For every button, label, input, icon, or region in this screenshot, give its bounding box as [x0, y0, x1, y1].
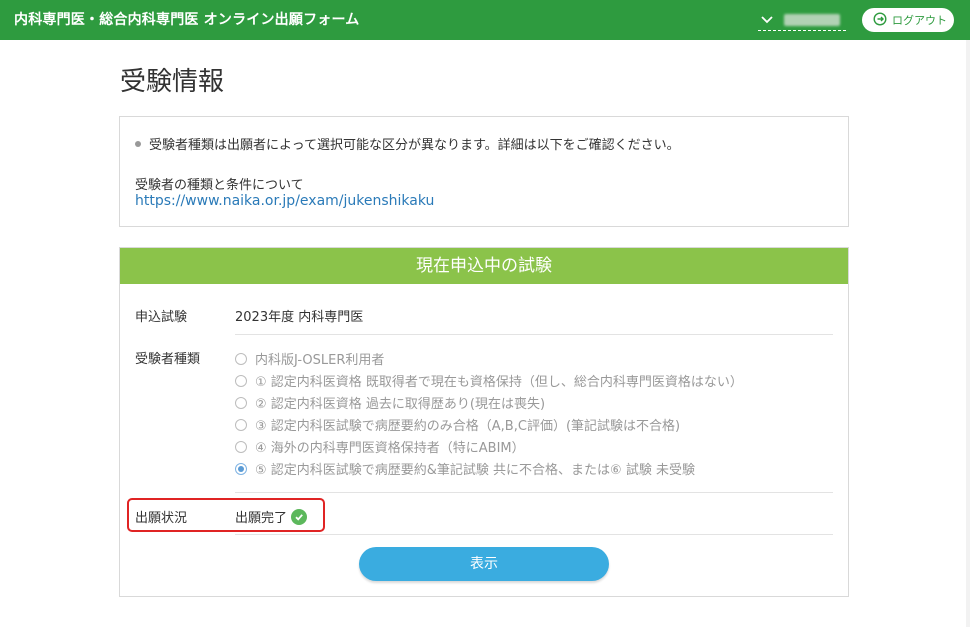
radio-button-icon[interactable]	[235, 440, 247, 453]
option-label: ① 認定内科医資格 既取得者で現在も資格保持（但し、総合内科専門医資格はない）	[255, 375, 743, 390]
conditions-link[interactable]: https://www.naika.or.jp/exam/jukenshikak…	[135, 193, 434, 209]
conditions-label: 受験者の種類と条件について	[135, 178, 304, 193]
examinee-type-option[interactable]: 内科版J-OSLER利用者	[235, 349, 384, 368]
examinee-type-option[interactable]: ③ 認定内科医試験で病歴要約のみ合格（A,B,C評価）(筆記試験は不合格)	[235, 415, 680, 434]
examinee-type-label: 受験者種類	[135, 352, 201, 367]
examinee-type-option[interactable]: ② 認定内科医資格 過去に取得歴あり(現在は喪失)	[235, 393, 545, 412]
radio-button-icon[interactable]	[235, 352, 247, 365]
status-text: 出願完了	[235, 511, 288, 526]
option-label: ② 認定内科医資格 過去に取得歴あり(現在は喪失)	[255, 397, 546, 412]
option-label: ③ 認定内科医試験で病歴要約のみ合格（A,B,C評価）(筆記試験は不合格)	[255, 419, 681, 434]
bullet-icon	[135, 140, 141, 147]
exam-label: 申込試験	[135, 310, 188, 325]
examinee-type-option[interactable]: ① 認定内科医資格 既取得者で現在も資格保持（但し、総合内科専門医資格はない）	[235, 371, 743, 390]
logout-icon	[873, 11, 887, 30]
info-box: 受験者種類は出願者によって選択可能な区分が異なります。詳細は以下をご確認ください…	[119, 116, 849, 227]
top-bar: 内科専門医・総合内科専門医 オンライン出願フォーム ログアウト	[0, 0, 970, 40]
examinee-type-option-selected[interactable]: ⑤ 認定内科医試験で病歴要約&筆記試験 共に不合格、または⑥ 試験 未受験	[235, 459, 695, 478]
option-label: ⑤ 認定内科医試験で病歴要約&筆記試験 共に不合格、または⑥ 試験 未受験	[255, 463, 695, 478]
option-label: 内科版J-OSLER利用者	[255, 353, 385, 368]
exam-value: 2023年度 内科専門医	[235, 310, 364, 325]
notice-line: 受験者種類は出願者によって選択可能な区分が異なります。詳細は以下をご確認ください…	[135, 134, 680, 153]
divider	[235, 492, 833, 493]
chevron-down-icon[interactable]	[758, 10, 776, 30]
scrollbar[interactable]	[966, 40, 970, 627]
examinee-type-option[interactable]: ④ 海外の内科専門医資格保持者（特にABIM）	[235, 437, 525, 456]
app-title: 内科専門医・総合内科専門医 オンライン出願フォーム	[14, 12, 360, 28]
radio-button-checked-icon[interactable]	[235, 462, 247, 475]
logout-label: ログアウト	[892, 14, 947, 27]
status-label: 出願状況	[135, 511, 188, 526]
current-exam-panel: 現在申込中の試験 申込試験 2023年度 内科専門医 受験者種類 内科版J-OS…	[119, 247, 849, 597]
radio-button-icon[interactable]	[235, 374, 247, 387]
divider	[235, 334, 833, 335]
panel-header: 現在申込中の試験	[120, 248, 848, 284]
radio-button-icon[interactable]	[235, 418, 247, 431]
radio-button-icon[interactable]	[235, 396, 247, 409]
option-label: ④ 海外の内科専門医資格保持者（特にABIM）	[255, 441, 525, 456]
show-button[interactable]: 表示	[359, 547, 609, 581]
check-circle-icon	[291, 508, 308, 525]
logout-button[interactable]: ログアウト	[862, 8, 954, 32]
user-menu[interactable]	[758, 9, 846, 31]
notice-text: 受験者種類は出願者によって選択可能な区分が異なります。詳細は以下をご確認ください…	[149, 138, 680, 153]
page-title: 受験情報	[120, 67, 225, 97]
divider	[235, 534, 833, 535]
status-value: 出願完了	[235, 507, 308, 526]
user-name-redacted	[784, 13, 840, 26]
